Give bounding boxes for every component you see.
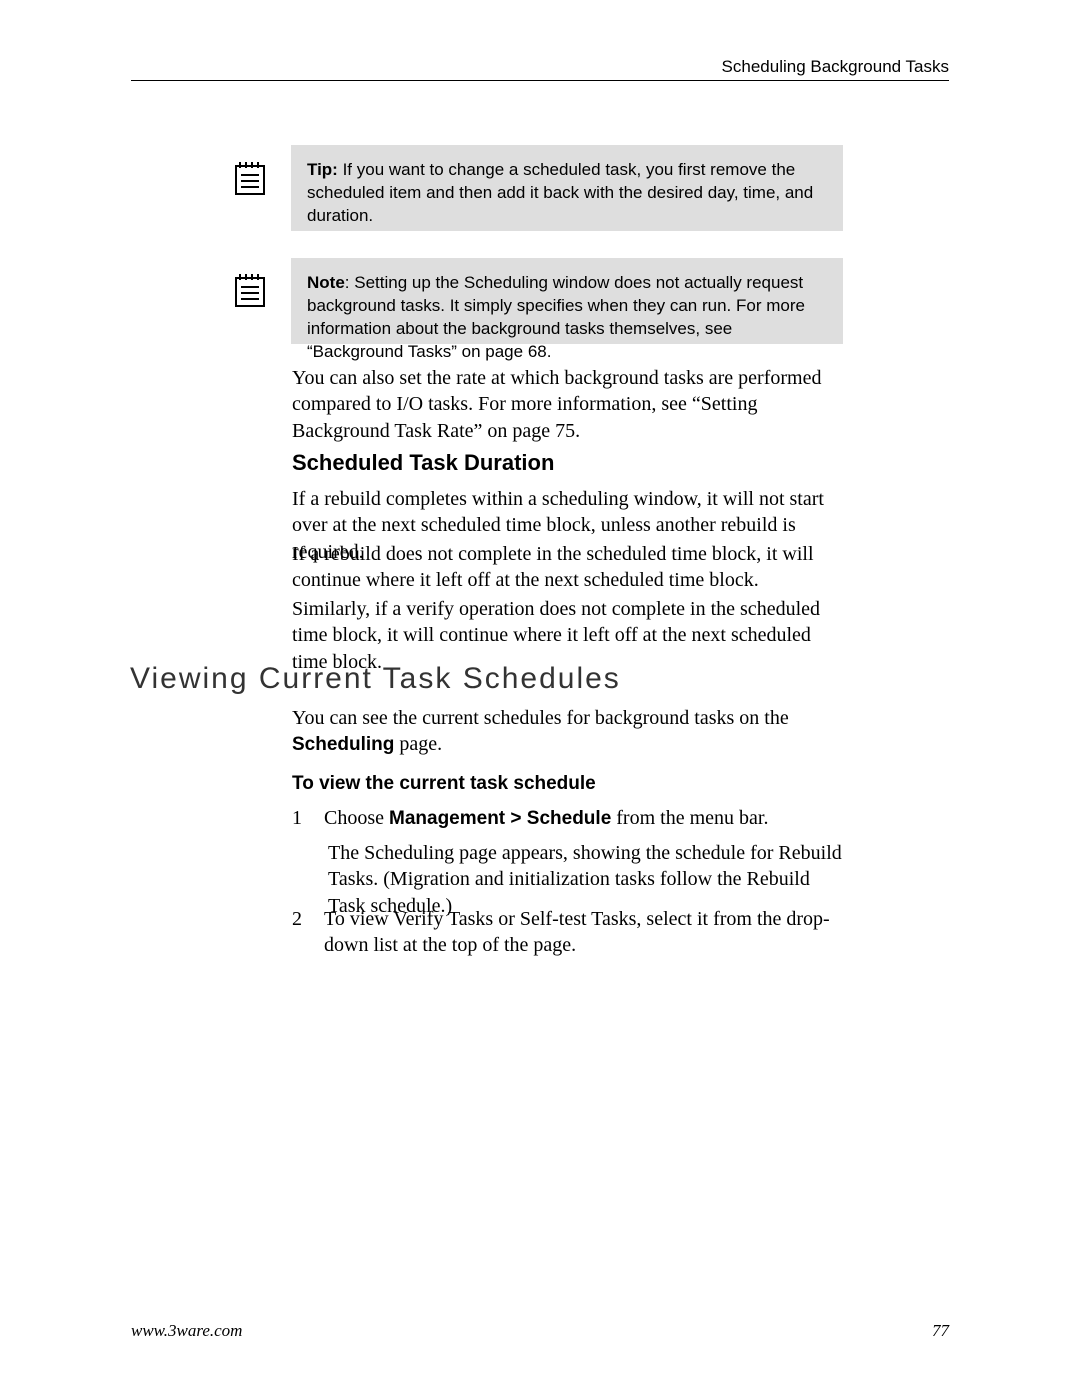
heading-scheduled-task-duration: Scheduled Task Duration (292, 450, 554, 476)
notepad-icon (230, 158, 270, 198)
paragraph-b: If a rebuild does not complete in the sc… (292, 541, 848, 594)
step-1-post: from the menu bar. (611, 807, 768, 829)
para-d-pre: You can see the current schedules for ba… (292, 707, 789, 729)
para-d-bold: Scheduling (292, 734, 394, 755)
paragraph-d: You can see the current schedules for ba… (292, 705, 848, 758)
footer-url: www.3ware.com (131, 1321, 242, 1341)
running-header: Scheduling Background Tasks (722, 57, 949, 77)
step-1-pre: Choose (324, 807, 389, 829)
step-2-number: 2 (292, 906, 306, 959)
note-callout: Note: Setting up the Scheduling window d… (291, 258, 843, 344)
heading-to-view-current-task-schedule: To view the current task schedule (292, 773, 596, 795)
tip-text: If you want to change a scheduled task, … (307, 160, 813, 225)
step-2: 2 To view Verify Tasks or Self-test Task… (292, 906, 848, 959)
step-1-bold: Management > Schedule (389, 808, 611, 829)
step-1: 1 Choose Management > Schedule from the … (292, 805, 848, 831)
tip-callout: Tip: If you want to change a scheduled t… (291, 145, 843, 231)
intro-paragraph: You can also set the rate at which backg… (292, 365, 848, 444)
para-d-post: page. (394, 733, 442, 755)
header-divider (131, 80, 949, 81)
notepad-icon (230, 270, 270, 310)
footer-page-number: 77 (932, 1321, 949, 1341)
note-text: : Setting up the Scheduling window does … (307, 273, 805, 361)
step-2-text: To view Verify Tasks or Self-test Tasks,… (324, 906, 848, 959)
step-1-text: Choose Management > Schedule from the me… (324, 805, 848, 831)
step-1-number: 1 (292, 805, 306, 831)
note-lead: Note (307, 273, 345, 292)
heading-viewing-current-task-schedules: Viewing Current Task Schedules (130, 662, 621, 696)
page-root: Scheduling Background Tasks Tip: If you … (0, 0, 1080, 1397)
tip-lead: Tip: (307, 160, 338, 179)
